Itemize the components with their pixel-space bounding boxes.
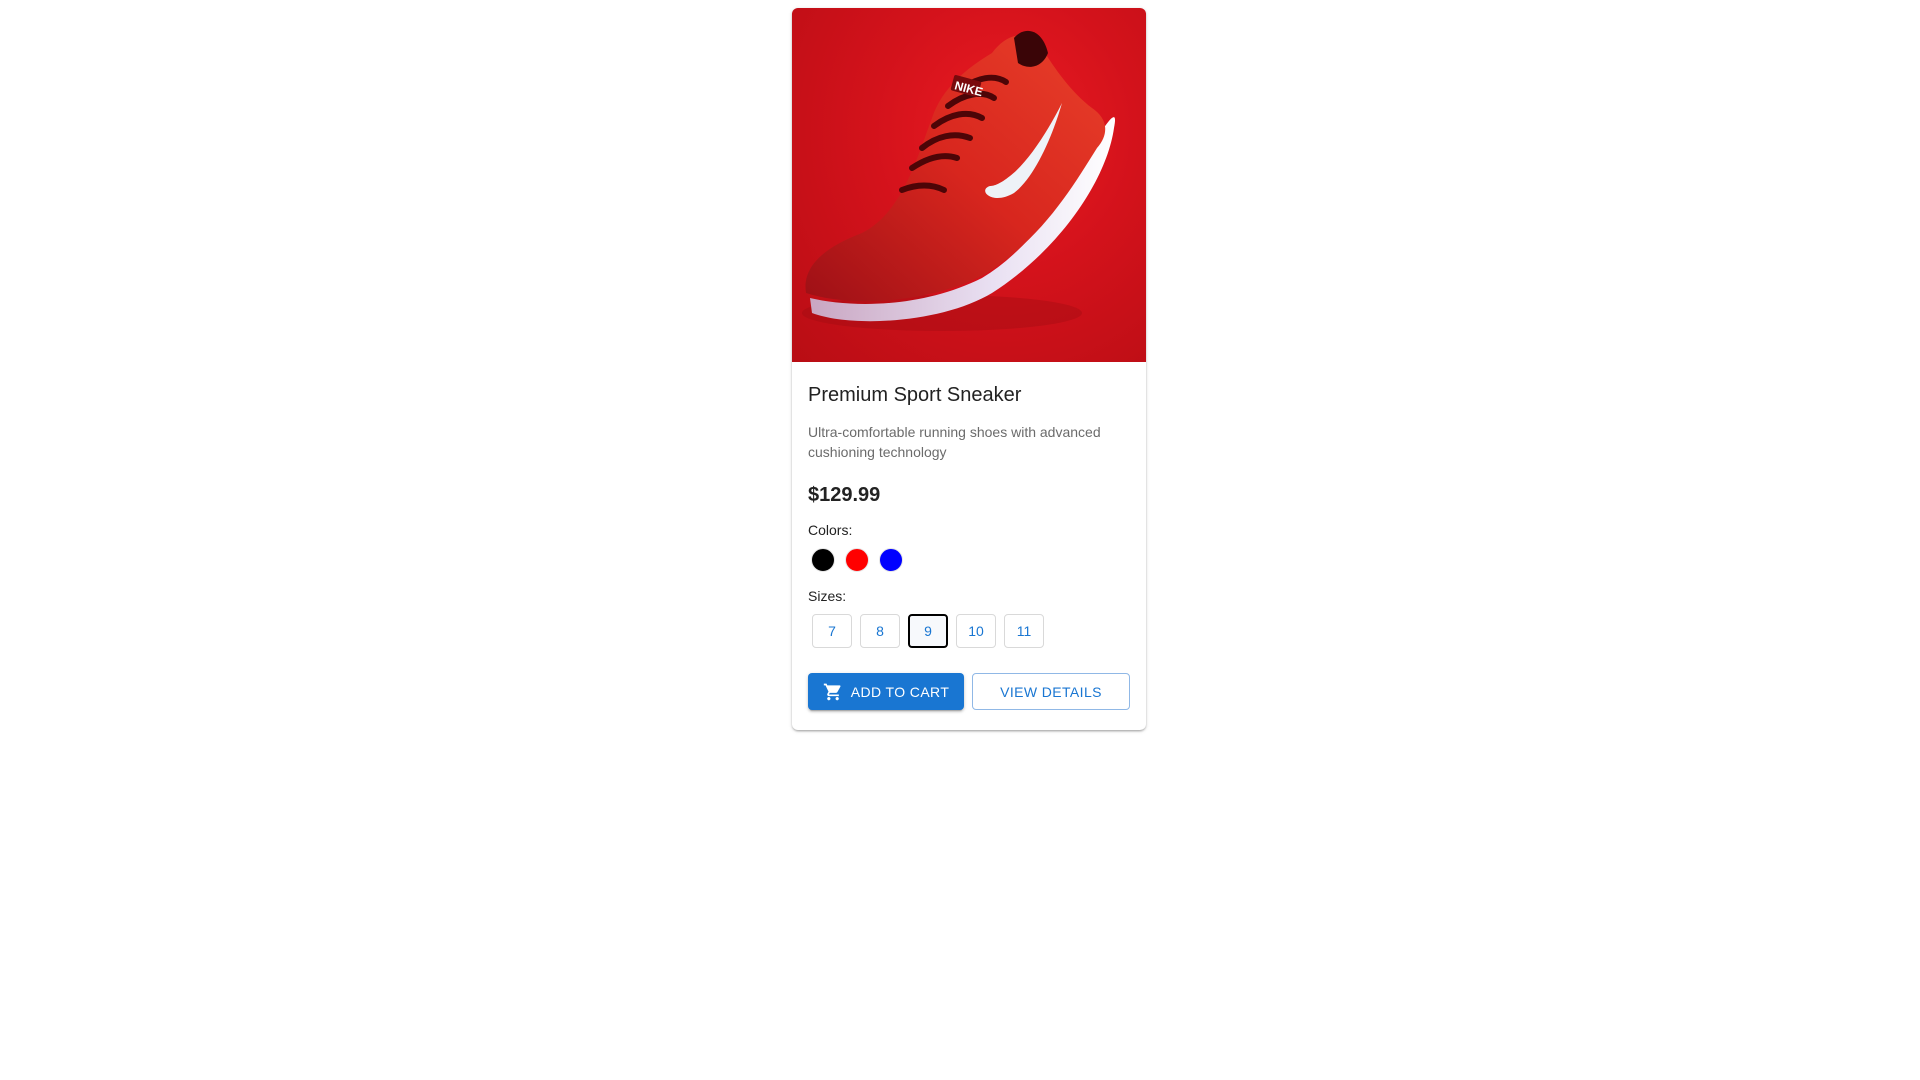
- product-card: NIKE Premium Sport Sneaker Ultra-comfort…: [792, 8, 1146, 730]
- shopping-cart-icon: [823, 682, 843, 702]
- color-swatch-black[interactable]: [811, 548, 835, 572]
- size-option-9[interactable]: 9: [908, 614, 948, 648]
- view-details-button[interactable]: VIEW DETAILS: [972, 673, 1130, 710]
- sizes-label: Sizes:: [808, 588, 847, 604]
- card-actions: ADD TO CART VIEW DETAILS: [808, 673, 1130, 710]
- size-option-11[interactable]: 11: [1004, 614, 1044, 648]
- size-option-10[interactable]: 10: [956, 614, 996, 648]
- view-details-label: VIEW DETAILS: [1000, 683, 1102, 700]
- size-option-7[interactable]: 7: [812, 614, 852, 648]
- color-swatches: [808, 548, 1130, 572]
- product-title: Premium Sport Sneaker: [808, 384, 1022, 406]
- color-swatch-red[interactable]: [845, 548, 869, 572]
- size-options: 7 8 9 10 11: [808, 614, 1130, 648]
- product-price: $129.99: [808, 484, 881, 506]
- add-to-cart-button[interactable]: ADD TO CART: [808, 673, 964, 710]
- product-image[interactable]: NIKE: [792, 8, 1146, 362]
- sneaker-image: NIKE: [802, 30, 1116, 331]
- add-to-cart-label: ADD TO CART: [850, 683, 950, 700]
- color-swatch-blue[interactable]: [879, 548, 903, 572]
- size-option-8[interactable]: 8: [860, 614, 900, 648]
- product-description: Ultra-comfortable running shoes with adv…: [808, 424, 1101, 460]
- colors-label: Colors:: [808, 522, 853, 538]
